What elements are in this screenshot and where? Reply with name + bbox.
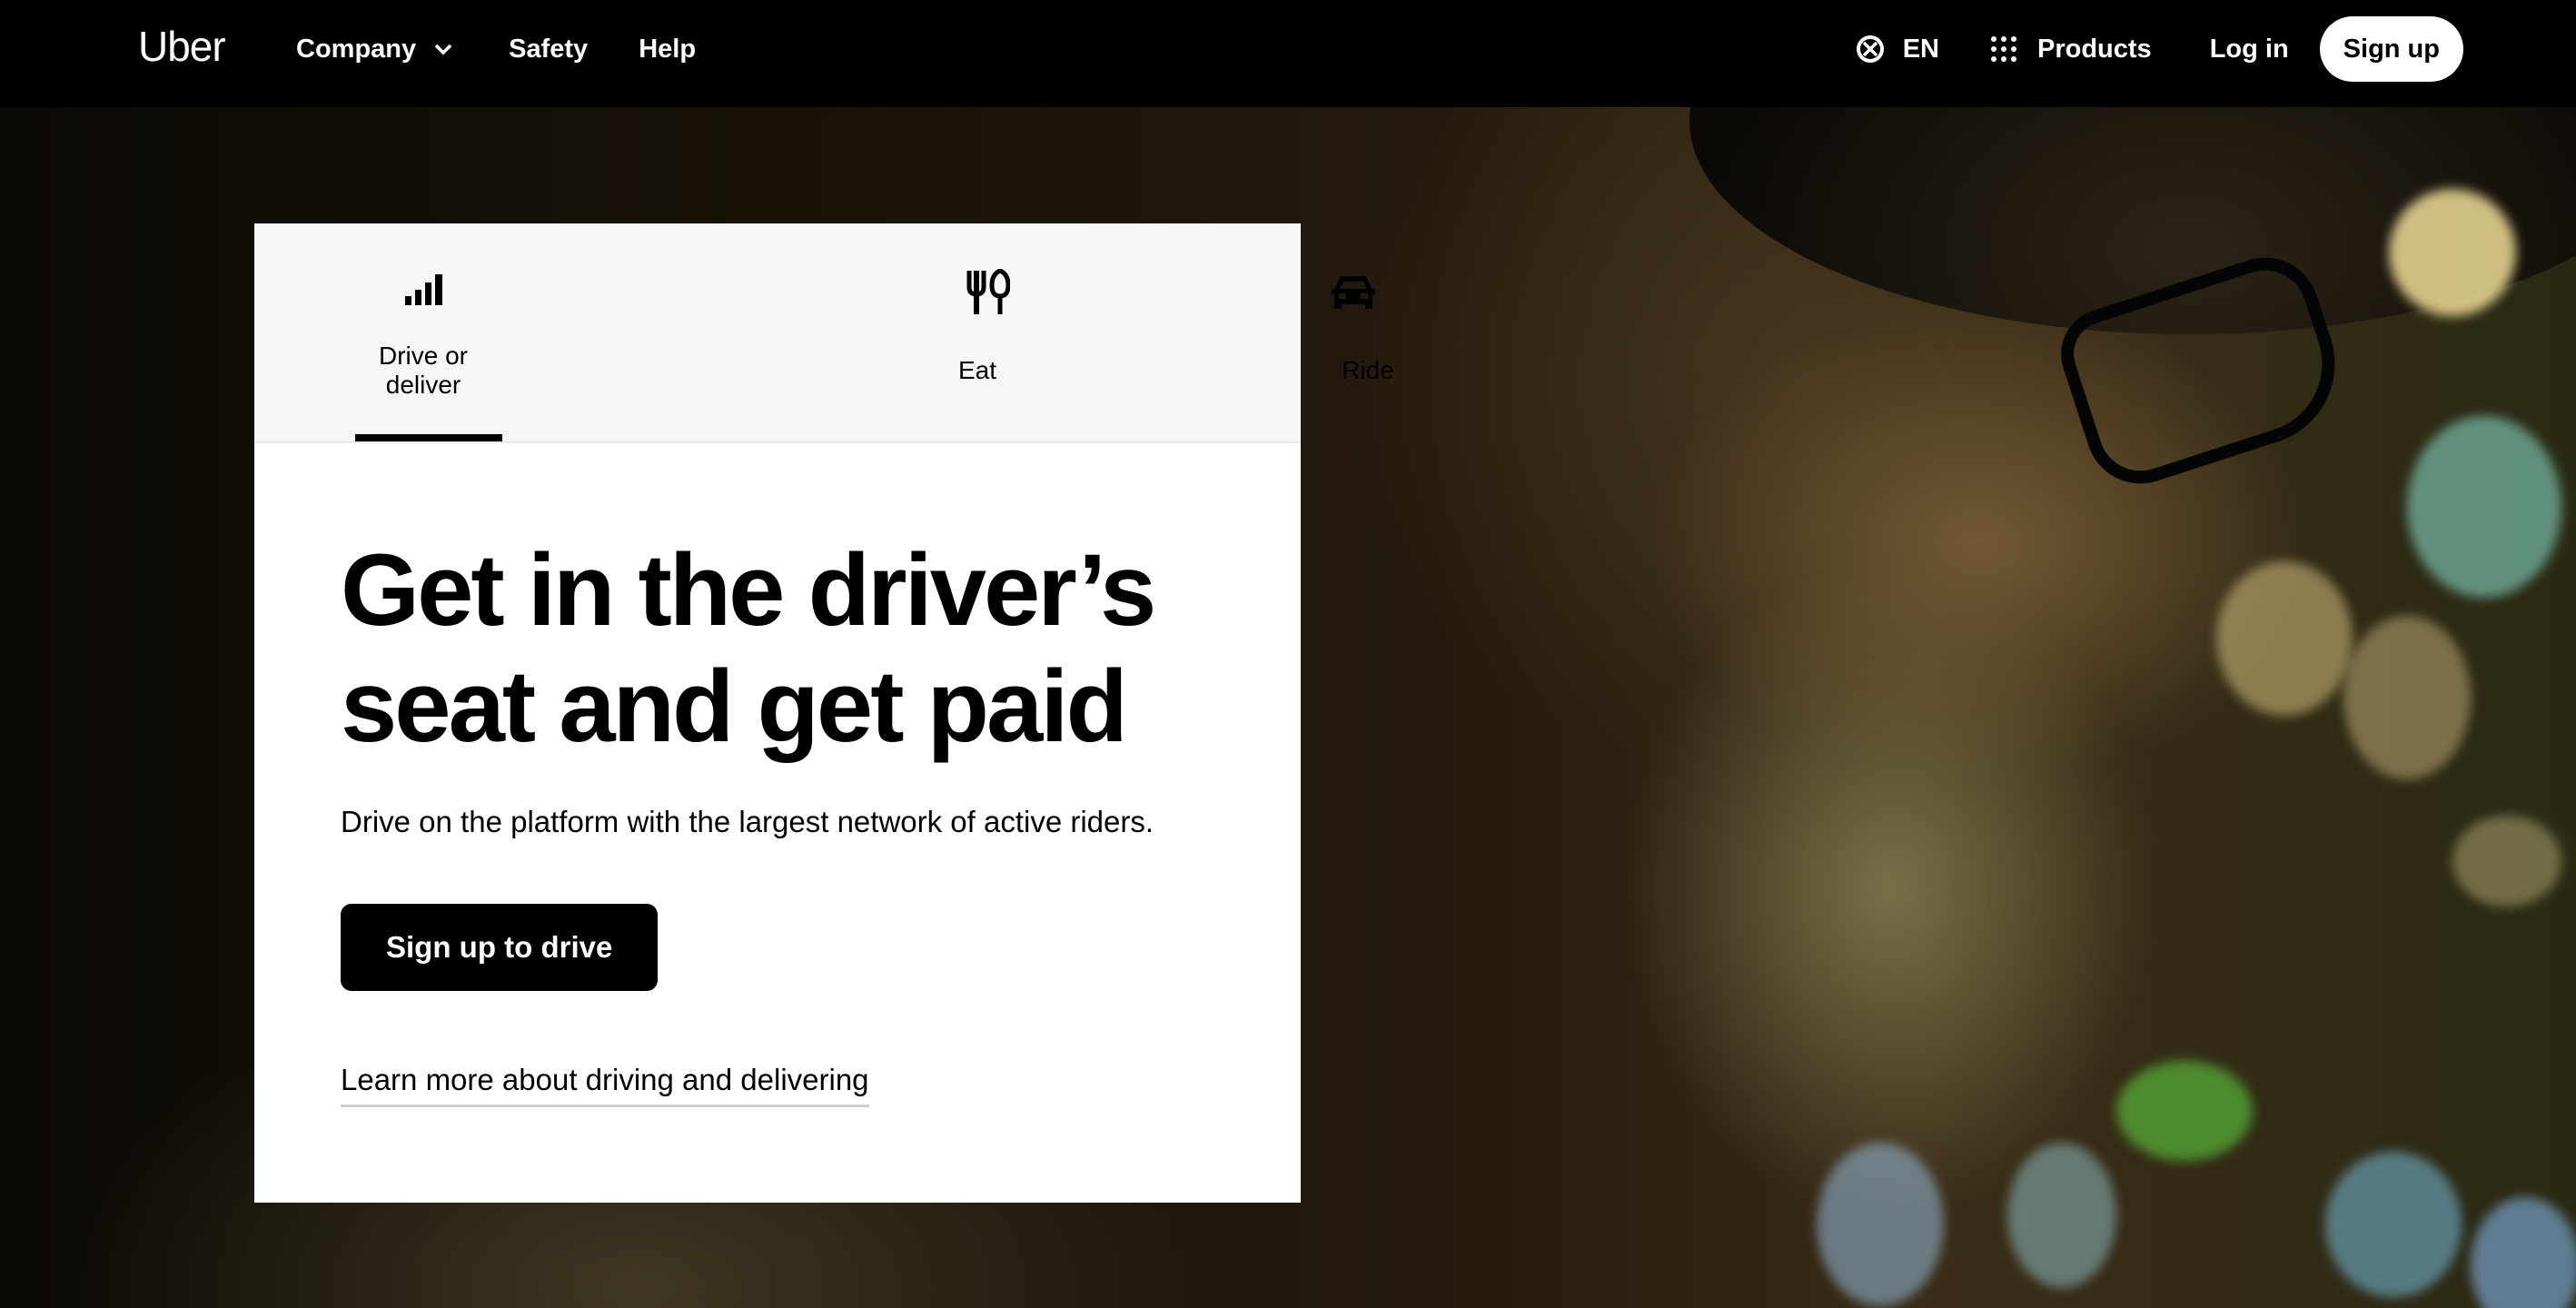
globe-icon: [1856, 35, 1884, 63]
bokeh-light: [2471, 1197, 2576, 1308]
company-label: Company: [296, 34, 417, 64]
bokeh-light: [2325, 1152, 2462, 1297]
hero-headline: Get in the driver’s seat and get paid: [341, 533, 1156, 763]
tab-eat[interactable]: Eat: [954, 223, 1110, 443]
product-tabs: Drive or deliver Eat Ride: [254, 223, 1394, 443]
login-link[interactable]: Log in: [2210, 35, 2289, 64]
hero-subtext: Drive on the platform with the largest n…: [341, 805, 1154, 838]
bokeh-light: [2216, 561, 2353, 716]
tab-label: Eat: [957, 356, 997, 384]
bokeh-light: [2389, 189, 2516, 316]
bokeh-light: [2116, 1061, 2253, 1161]
fork-knife-icon: [966, 269, 1010, 314]
uber-logo[interactable]: Uber: [138, 22, 226, 71]
secondary-nav: EN Products Log in Sign up: [1856, 0, 2463, 98]
primary-nav: Company Safety Help: [296, 0, 696, 98]
safety-link[interactable]: Safety: [509, 35, 588, 64]
sign-up-to-drive-button[interactable]: Sign up to drive: [341, 904, 659, 991]
products-label: Products: [2037, 34, 2152, 64]
signal-bars-icon: [405, 274, 442, 305]
signup-button[interactable]: Sign up: [2319, 16, 2463, 82]
products-menu[interactable]: Products: [1990, 35, 2152, 64]
language-label: EN: [1902, 34, 1939, 64]
language-selector[interactable]: EN: [1856, 35, 1939, 64]
chevron-down-icon: [434, 44, 452, 55]
car-icon: [1332, 276, 1375, 309]
top-navigation: Uber Company Safety Help EN Products Log…: [0, 0, 2576, 107]
hero-card: Drive or deliver Eat Ride Get in the dri…: [254, 223, 1394, 1203]
learn-more-link[interactable]: Learn more about driving and delivering: [341, 1063, 869, 1107]
company-menu[interactable]: Company: [296, 35, 452, 64]
tab-label: Ride: [1342, 356, 1394, 384]
selected-tab-indicator: [355, 434, 502, 441]
bokeh-light: [2007, 1143, 2116, 1288]
help-link[interactable]: Help: [639, 35, 696, 64]
bokeh-light: [2452, 816, 2561, 907]
tab-drive-or-deliver[interactable]: Drive or deliver: [345, 223, 502, 443]
bokeh-light: [2343, 616, 2471, 779]
tab-label: Drive or deliver: [378, 342, 468, 399]
apps-grid-icon: [1991, 36, 2016, 62]
tab-ride[interactable]: Ride: [1299, 223, 1455, 443]
bokeh-light: [1817, 1143, 1944, 1306]
bokeh-light: [2407, 416, 2561, 598]
